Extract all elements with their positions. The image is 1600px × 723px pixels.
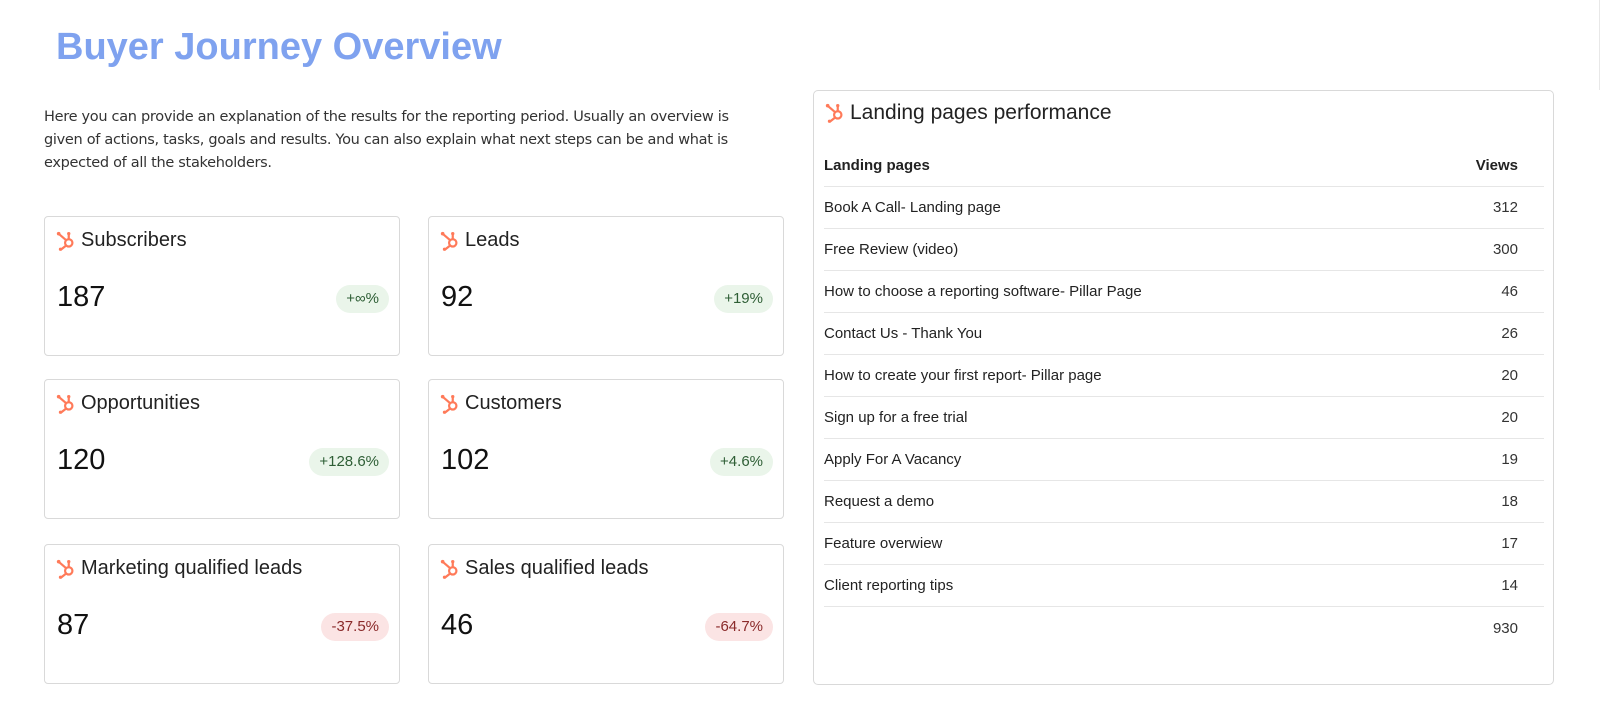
card-header: Sales qualified leads [439,557,648,580]
hubspot-icon [55,558,77,580]
hubspot-icon [55,393,77,415]
kpi-card-marketing-qualified-leads: Marketing qualified leads 87 -37.5% [44,544,400,684]
landing-page-views: 20 [1501,367,1518,384]
panel-header: Landing pages performance [824,101,1112,125]
card-title: Subscribers [81,229,187,251]
kpi-card-leads: Leads 92 +19% [428,216,784,356]
card-value: 87 [57,609,90,641]
table-row: Sign up for a free trial 20 [824,397,1544,439]
change-badge: +4.6% [710,448,773,476]
landing-page-name: Book A Call- Landing page [824,199,1001,216]
card-title: Leads [465,229,520,251]
card-value: 187 [57,281,106,313]
card-title: Opportunities [81,392,200,414]
column-header-views[interactable]: Views [1476,157,1518,174]
table-row: How to choose a reporting software- Pill… [824,271,1544,313]
card-title: Marketing qualified leads [81,557,303,579]
landing-page-views: 18 [1501,493,1518,510]
table-row: Book A Call- Landing page 312 [824,187,1544,229]
card-value: 102 [441,444,490,476]
card-header: Subscribers [55,229,187,252]
landing-page-views: 20 [1501,409,1518,426]
table-row: How to create your first report- Pillar … [824,355,1544,397]
card-title: Sales qualified leads [465,557,649,579]
landing-page-views: 26 [1501,325,1518,342]
landing-pages-table: Landing pages Views Book A Call- Landing… [824,145,1544,649]
column-header-page[interactable]: Landing pages [824,157,930,174]
total-views: 930 [1492,619,1518,637]
table-row: Free Review (video) 300 [824,229,1544,271]
table-row: Contact Us - Thank You 26 [824,313,1544,355]
kpi-card-sales-qualified-leads: Sales qualified leads 46 -64.7% [428,544,784,684]
kpi-card-customers: Customers 102 +4.6% [428,379,784,519]
card-title: Customers [465,392,562,414]
card-header: Leads [439,229,520,252]
landing-pages-panel: Landing pages performance Landing pages … [813,90,1554,685]
hubspot-icon [439,558,461,580]
hubspot-icon [824,102,846,124]
change-badge: +128.6% [309,448,389,476]
intro-text: Here you can provide an explanation of t… [44,109,729,171]
card-value: 120 [57,444,106,476]
change-badge: +∞% [336,285,389,313]
kpi-card-opportunities: Opportunities 120 +128.6% [44,379,400,519]
card-header: Opportunities [55,392,200,415]
change-badge: +19% [714,285,773,313]
landing-page-views: 312 [1492,199,1518,216]
landing-page-name: Sign up for a free trial [824,409,968,426]
landing-page-views: 300 [1492,241,1518,258]
change-badge: -64.7% [705,613,773,641]
card-header: Marketing qualified leads [55,557,302,580]
hubspot-icon [439,230,461,252]
landing-page-views: 14 [1501,577,1518,594]
landing-page-views: 17 [1501,535,1518,552]
table-total-row: 930 [824,607,1544,649]
panel-title: Landing pages performance [850,101,1112,124]
landing-page-name: Apply For A Vacancy [824,451,962,468]
landing-page-name: Request a demo [824,493,935,510]
landing-page-views: 19 [1501,451,1518,468]
landing-page-name: How to choose a reporting software- Pill… [824,283,1142,300]
table-row: Request a demo 18 [824,481,1544,523]
change-badge: -37.5% [321,613,389,641]
landing-page-name: Client reporting tips [824,577,954,594]
landing-page-name: Free Review (video) [824,241,959,258]
landing-page-views: 46 [1501,283,1518,300]
page-title: Buyer Journey Overview [56,26,502,68]
table-header: Landing pages Views [824,145,1544,187]
table-row: Apply For A Vacancy 19 [824,439,1544,481]
card-header: Customers [439,392,562,415]
card-value: 92 [441,281,474,313]
hubspot-icon [439,393,461,415]
table-row: Feature overwiew 17 [824,523,1544,565]
card-value: 46 [441,609,474,641]
landing-page-name: How to create your first report- Pillar … [824,367,1102,384]
table-row: Client reporting tips 14 [824,565,1544,607]
kpi-card-subscribers: Subscribers 187 +∞% [44,216,400,356]
landing-page-name: Feature overwiew [824,535,943,552]
hubspot-icon [55,230,77,252]
landing-page-name: Contact Us - Thank You [824,325,983,342]
